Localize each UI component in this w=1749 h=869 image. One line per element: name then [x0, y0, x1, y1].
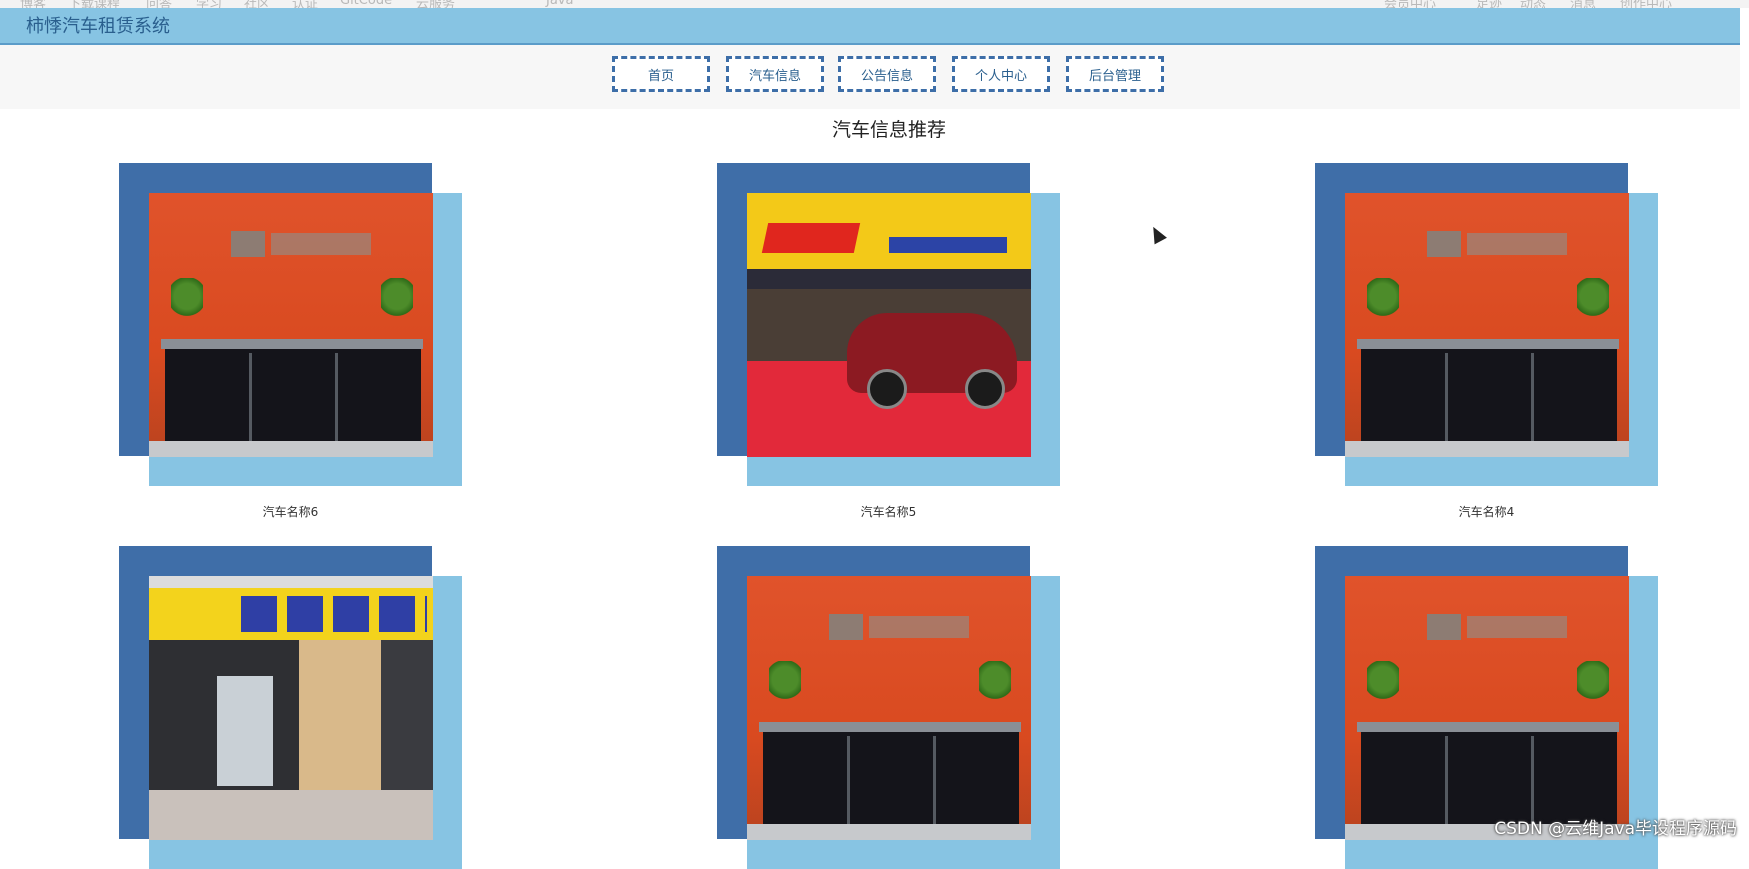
app-title: 柿悸汽车租赁系统 — [26, 12, 170, 38]
strip-item[interactable]: 认证 — [292, 0, 318, 8]
car-name[interactable]: 汽车名称6 — [119, 503, 462, 520]
car-name[interactable]: 汽车名称4 — [1315, 503, 1658, 520]
strip-item[interactable]: 博客 — [20, 0, 46, 8]
strip-item[interactable]: 动态 — [1520, 0, 1546, 8]
nav-personal-center[interactable]: 个人中心 — [952, 56, 1050, 92]
strip-item[interactable]: 足迹 — [1476, 0, 1502, 8]
nav-announcements[interactable]: 公告信息 — [838, 56, 936, 92]
browser-bookmark-strip: 博客 下载课程 问答 学习 社区 认证 GitCode 云服务 Java 会员中… — [0, 0, 1749, 8]
strip-item[interactable]: 社区 — [244, 0, 270, 8]
strip-item[interactable]: 问答 — [146, 0, 172, 8]
office-lobby-photo[interactable] — [747, 576, 1031, 840]
strip-item[interactable]: 云服务 — [416, 0, 455, 8]
nav-admin[interactable]: 后台管理 — [1066, 56, 1164, 92]
office-lobby-photo[interactable] — [149, 193, 433, 457]
rental-storefront-photo[interactable] — [149, 576, 433, 840]
strip-item[interactable]: GitCode — [340, 0, 392, 8]
csdn-watermark: CSDN @云维Java毕设程序源码 — [1494, 814, 1737, 839]
section-title: 汽车信息推荐 — [0, 115, 1749, 142]
strip-item[interactable]: Java — [546, 0, 573, 8]
strip-item[interactable]: 会员中心 — [1384, 0, 1436, 8]
mouse-cursor-icon — [1147, 224, 1167, 245]
nav-car-info[interactable]: 汽车信息 — [726, 56, 824, 92]
nav-home[interactable]: 首页 — [612, 56, 710, 92]
strip-item[interactable]: 学习 — [196, 0, 222, 8]
app-header: 柿悸汽车租赁系统 — [0, 8, 1740, 45]
strip-item[interactable]: 下载课程 — [68, 0, 120, 8]
car-name[interactable]: 汽车名称5 — [717, 503, 1060, 520]
car-showroom-photo[interactable] — [747, 193, 1031, 457]
strip-item[interactable]: 创作中心 — [1620, 0, 1672, 8]
main-nav: 首页 汽车信息 公告信息 个人中心 后台管理 — [0, 45, 1740, 109]
office-lobby-photo[interactable] — [1345, 576, 1629, 840]
office-lobby-photo[interactable] — [1345, 193, 1629, 457]
strip-item[interactable]: 消息 — [1570, 0, 1596, 8]
